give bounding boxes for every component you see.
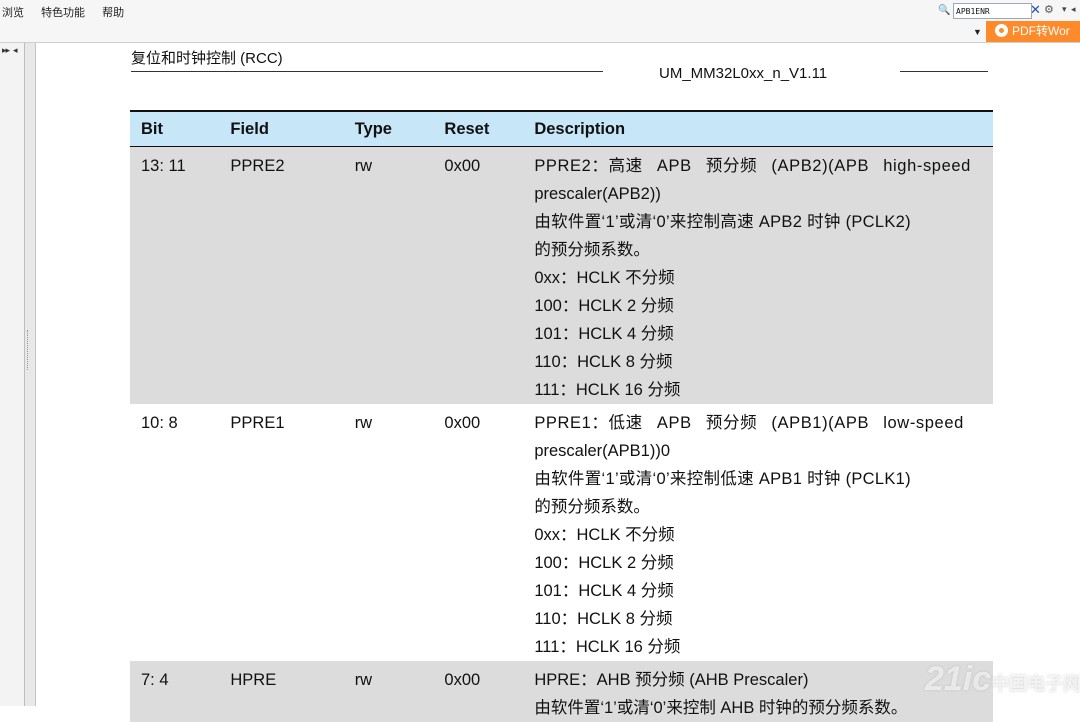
table-row: 13: 11 PPRE2 rw 0x00 PPRE2：高速 APB 预分频 (A…	[130, 146, 993, 405]
chevron-down-icon[interactable]: ▾	[1062, 4, 1067, 15]
desc-line: 0xx：HCLK 不分频	[534, 526, 675, 544]
desc-line: prescaler(APB1))0	[534, 442, 671, 460]
cell-reset: 0x00	[444, 157, 481, 175]
cell-field: PPRE2	[230, 157, 285, 175]
cell-type: rw	[354, 671, 373, 689]
desc-line: 的预分频系数。	[534, 498, 650, 516]
table-header: Bit Field Type Reset Description	[130, 110, 993, 147]
register-table: Bit Field Type Reset Description 13: 11 …	[130, 110, 993, 722]
cell-bit: 7: 4	[141, 671, 169, 689]
search-box: 🔍 ✕ ⚙ ▾ ◂	[938, 3, 1080, 19]
desc-line: 的预分频系数。	[534, 241, 650, 259]
desc-line: 110：HCLK 8 分频	[534, 353, 673, 371]
col-reset: Reset	[444, 110, 535, 147]
desc-line: PPRE2：高速 APB 预分频 (APB2)(APB high-speed	[534, 157, 971, 175]
cell-field: HPRE	[230, 671, 277, 689]
menu-item-features[interactable]: 特色功能	[41, 4, 85, 20]
desc-line: 101：HCLK 4 分频	[534, 582, 674, 600]
header-rule-right	[900, 71, 988, 72]
cell-field: PPRE1	[230, 414, 285, 432]
clear-icon[interactable]: ✕	[1030, 3, 1041, 17]
splitter[interactable]	[25, 43, 36, 706]
pdf-convert-button[interactable]: PDF转Wor	[986, 21, 1080, 42]
cell-bit: 10: 8	[141, 414, 178, 432]
prev-arrow-icon[interactable]: ◂	[1071, 4, 1076, 15]
header-rule	[131, 71, 603, 72]
cell-type: rw	[354, 157, 373, 175]
col-description: Description	[534, 110, 993, 147]
left-panel: ▸▸ ◂	[0, 43, 25, 706]
pdf-convert-label: PDF转Wor	[1012, 24, 1070, 38]
col-bit: Bit	[130, 110, 231, 147]
watermark-brand: 21ic	[925, 660, 992, 698]
search-input[interactable]	[953, 3, 1032, 19]
cell-bit: 13: 11	[141, 157, 186, 175]
table-row: 10: 8 PPRE1 rw 0x00 PPRE1：低速 APB 预分频 (AP…	[130, 404, 993, 661]
desc-line: 由软件置‘1’或清‘0’来控制低速 APB1 时钟 (PCLK1)	[534, 470, 911, 488]
gear-icon[interactable]: ⚙	[1044, 3, 1054, 17]
desc-line: 100：HCLK 2 分频	[534, 554, 674, 572]
cell-reset: 0x00	[444, 414, 481, 432]
desc-line: 110：HCLK 8 分频	[534, 610, 673, 628]
panel-arrow-icon[interactable]: ◂	[13, 45, 18, 56]
menu-item-browse[interactable]: 浏览	[2, 4, 24, 20]
cell-description: PPRE1：低速 APB 预分频 (APB1)(APB low-speed pr…	[534, 404, 993, 661]
watermark-cn: 中国电子网	[991, 674, 1080, 694]
desc-line: 100：HCLK 2 分频	[534, 297, 674, 315]
site-watermark: 21ic中国电子网	[925, 660, 1080, 699]
col-field: Field	[230, 110, 355, 147]
desc-line: 由软件置‘1’或清‘0’来控制 AHB 时钟的预分频系数。	[534, 699, 908, 717]
desc-line: 101：HCLK 4 分频	[534, 325, 674, 343]
document-page: 复位和时钟控制 (RCC) UM_MM32L0xx_n_V1.11 Bit Fi…	[36, 43, 1080, 722]
desc-line: prescaler(APB2))	[534, 185, 661, 203]
cell-reset: 0x00	[444, 671, 481, 689]
cell-type: rw	[354, 414, 373, 432]
desc-line: PPRE1：低速 APB 预分频 (APB1)(APB low-speed	[534, 414, 964, 432]
section-title: 复位和时钟控制 (RCC)	[131, 50, 283, 67]
table-row: 7: 4 HPRE rw 0x00 HPRE：AHB 预分频 (AHB Pres…	[130, 661, 993, 722]
desc-line: 由软件置‘1’或清‘0’来控制高速 APB2 时钟 (PCLK2)	[534, 213, 911, 231]
collapse-panel-icon[interactable]: ▸▸	[2, 45, 10, 56]
cell-description: PPRE2：高速 APB 预分频 (APB2)(APB high-speed p…	[534, 147, 993, 405]
desc-line: 111：HCLK 16 分频	[534, 638, 681, 656]
desc-line: 111：HCLK 16 分频	[534, 381, 681, 399]
pdf-logo-icon	[995, 24, 1008, 37]
toolbar: 浏览 特色功能 帮助 🔍 ✕ ⚙ ▾ ◂ ▼ PDF转Wor	[0, 0, 1080, 43]
dropdown-arrow-icon[interactable]: ▼	[973, 27, 982, 37]
menu-item-help[interactable]: 帮助	[102, 4, 124, 20]
splitter-grip[interactable]	[27, 330, 31, 370]
menu-bar: 浏览 特色功能 帮助	[0, 4, 138, 20]
col-type: Type	[354, 110, 445, 147]
doc-id: UM_MM32L0xx_n_V1.11	[659, 65, 828, 82]
search-icon[interactable]: 🔍	[938, 5, 950, 17]
desc-line: HPRE：AHB 预分频 (AHB Prescaler)	[534, 671, 809, 689]
desc-line: 0xx：HCLK 不分频	[534, 269, 675, 287]
